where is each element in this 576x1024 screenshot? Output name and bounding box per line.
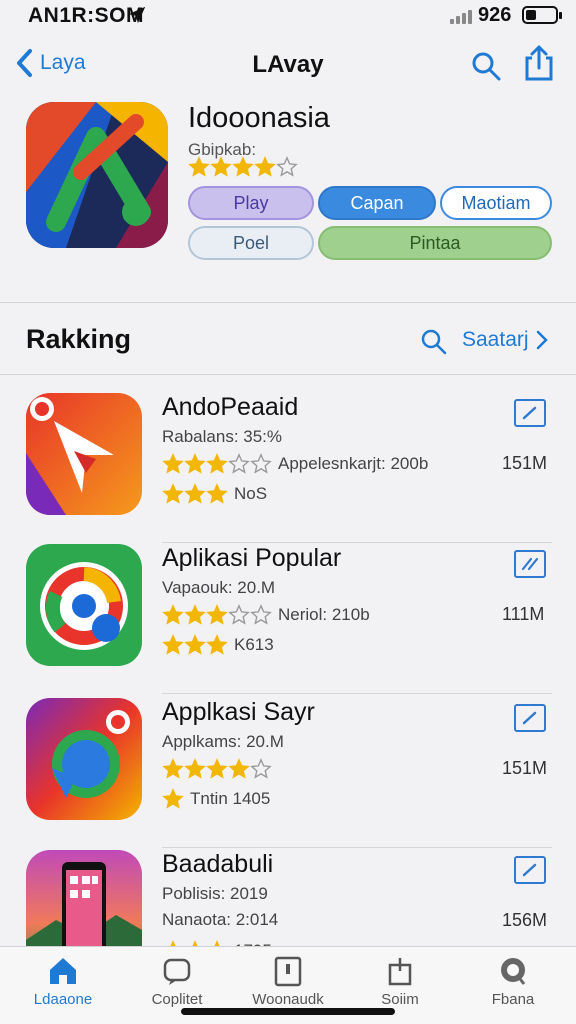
- app-icon: [26, 698, 142, 820]
- app-size: 156M: [502, 910, 548, 930]
- play-button[interactable]: Play: [188, 186, 314, 220]
- download-button[interactable]: [514, 550, 546, 578]
- app-title: Aplikasi Popular: [162, 544, 342, 572]
- share-icon[interactable]: [522, 44, 556, 82]
- tab-phone[interactable]: Woonaudk: [233, 955, 343, 1008]
- row-divider: [162, 847, 552, 848]
- status-carrier: 926: [478, 4, 512, 26]
- app-size: 111M: [502, 604, 545, 624]
- section-heading: Rakking: [26, 324, 132, 354]
- app-count: NoS: [234, 484, 268, 503]
- app-rating: [162, 788, 184, 810]
- app-rating: [162, 758, 272, 780]
- tab-label: Coplitet: [151, 991, 203, 1008]
- home-icon: [50, 958, 76, 984]
- tab-chat[interactable]: Coplitet: [122, 955, 232, 1008]
- row-divider: [162, 542, 552, 543]
- app-info: Neriol: 210b: [278, 605, 370, 624]
- capan-button[interactable]: Capan: [318, 186, 436, 220]
- tab-box[interactable]: Soiim: [345, 955, 455, 1008]
- list-divider: [0, 374, 576, 375]
- app-meta: Vapaouk: 20.M: [162, 578, 276, 597]
- featured-app-name: Idooonasia: [188, 102, 330, 134]
- list-item[interactable]: AndoPeaaid Rabalans: 35:% Appelesnkarjt:…: [0, 393, 576, 543]
- app-size: 151M: [502, 453, 548, 473]
- signal-icon: [450, 8, 474, 24]
- featured-app: Idooonasia Gbipkab: Play Capan Maotiam P…: [0, 96, 576, 302]
- app-icon: [26, 393, 142, 515]
- app-meta: Rabalans: 35:%: [162, 427, 283, 446]
- phone-icon: [274, 956, 302, 987]
- list-item[interactable]: Aplikasi Popular Vapaouk: 20.M Neriol: 2…: [0, 544, 576, 694]
- box-icon: [388, 958, 412, 986]
- app-title: Applkasi Sayr: [162, 698, 315, 726]
- tab-label: Ldaaone: [33, 991, 93, 1008]
- download-button[interactable]: [514, 704, 546, 732]
- app-title: Baadabuli: [162, 850, 274, 878]
- app-count: Tntin 1405: [190, 789, 271, 808]
- tab-label: Soiim: [381, 991, 419, 1008]
- download-button[interactable]: [514, 856, 546, 884]
- section-divider: [0, 302, 576, 303]
- edit-icon: [522, 711, 537, 725]
- app-info: Appelesnkarjt: 200b: [278, 454, 429, 473]
- featured-app-icon[interactable]: [26, 102, 168, 248]
- app-icon: [26, 544, 142, 666]
- app-title: AndoPeaaid: [162, 393, 299, 421]
- tab-label: Fbana: [491, 991, 535, 1008]
- list-item[interactable]: Applkasi Sayr Applkams: 20.M Tntin 1405 …: [0, 698, 576, 848]
- app-info: Nanaota: 2:014: [162, 910, 279, 929]
- search-icon[interactable]: [470, 50, 502, 82]
- ranking-section-header: Rakking Saatarj: [0, 304, 576, 374]
- status-bar: AN1R:SOM 926: [0, 0, 576, 34]
- see-all-link[interactable]: Saatarj: [462, 328, 549, 352]
- globe-icon: [501, 958, 526, 985]
- app-size: 151M: [502, 758, 548, 778]
- chat-icon: [163, 958, 191, 985]
- pintaa-button[interactable]: Pintaa: [318, 226, 552, 260]
- see-all-label: Saatarj: [462, 328, 529, 351]
- row-divider: [162, 693, 552, 694]
- home-indicator: [181, 1008, 395, 1015]
- app-rating: [162, 634, 228, 656]
- maotiam-button[interactable]: Maotiam: [440, 186, 552, 220]
- nav-bar: Laya LAvay: [0, 38, 576, 92]
- edit-icon: [521, 557, 539, 571]
- tab-globe[interactable]: Fbana: [458, 955, 568, 1008]
- featured-app-rating: [188, 156, 298, 178]
- app-count: K613: [234, 635, 274, 654]
- edit-icon: [522, 863, 537, 877]
- edit-icon: [522, 406, 537, 420]
- chevron-right-icon: [536, 330, 548, 350]
- app-rating: [162, 453, 272, 475]
- app-meta: Poblisis: 2019: [162, 884, 268, 903]
- search-icon[interactable]: [420, 328, 448, 356]
- battery-icon: [522, 6, 562, 24]
- app-rating: [162, 604, 272, 626]
- app-meta: Applkams: 20.M: [162, 732, 284, 751]
- download-button[interactable]: [514, 399, 546, 427]
- poel-button[interactable]: Poel: [188, 226, 314, 260]
- app-rating: [162, 483, 228, 505]
- tab-home[interactable]: Ldaaone: [8, 955, 118, 1008]
- location-arrow-icon: [128, 6, 146, 24]
- tab-label: Woonaudk: [252, 991, 324, 1008]
